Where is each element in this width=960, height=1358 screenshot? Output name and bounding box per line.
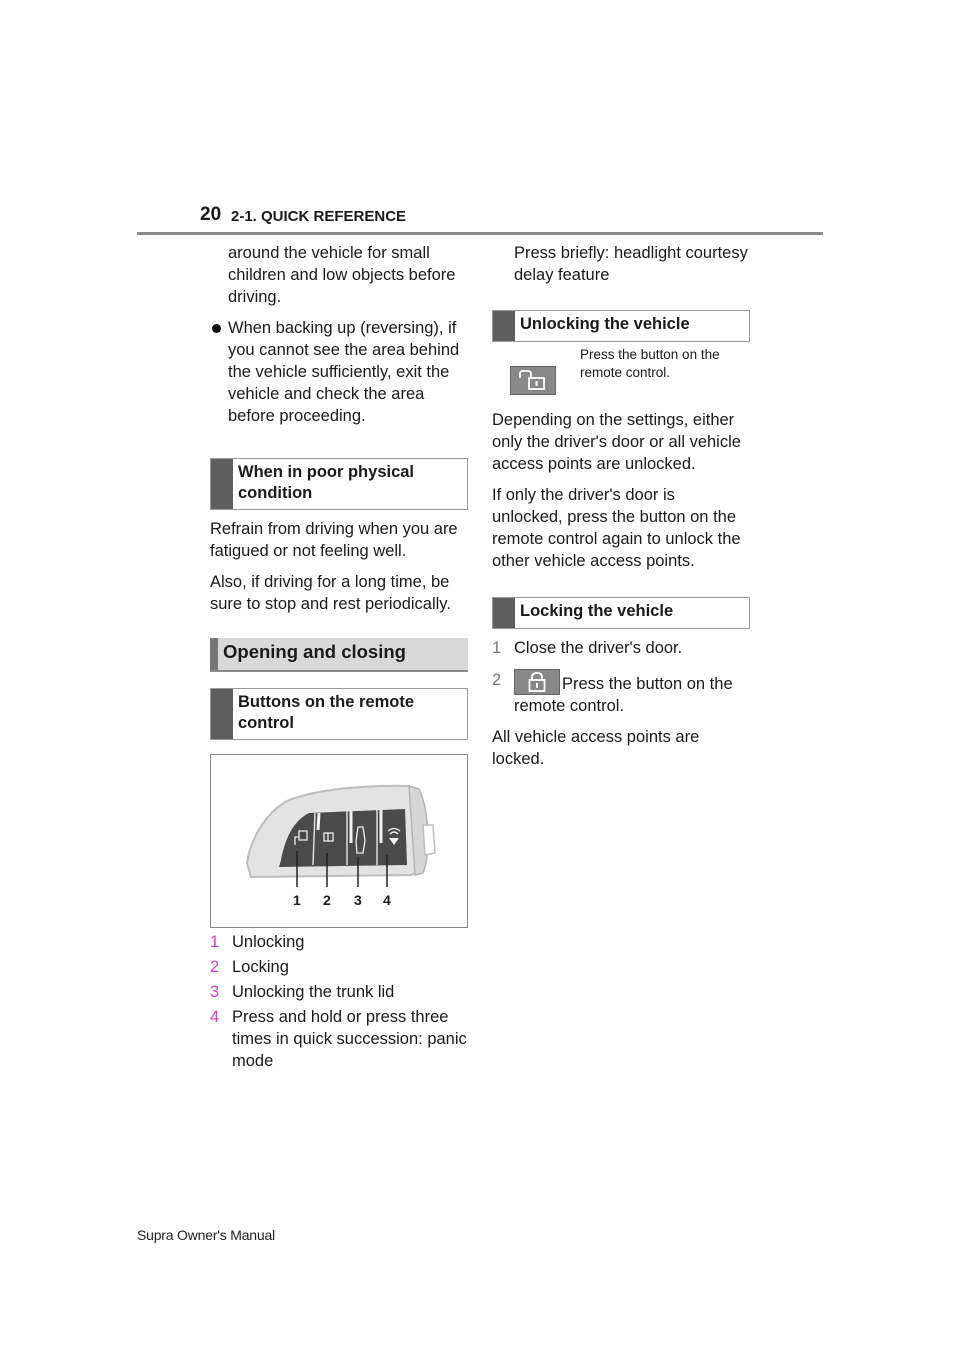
section-bar: [210, 638, 218, 670]
remote-key-fob-figure: 1 2 3 4: [210, 754, 468, 928]
footer-manual-title: Supra Owner's Manual: [137, 1227, 275, 1243]
subhead-bar: [493, 598, 515, 628]
bullet-backing-up: When backing up (reversing), if you cann…: [210, 317, 468, 427]
para-if-only: If only the driver's door is unlocked, p…: [492, 486, 741, 570]
step-item: 2 Press the button on the remote control…: [492, 669, 733, 715]
subhead-bar: [493, 311, 515, 341]
para-refrain: Refrain from driving when you are fatigu…: [210, 520, 458, 560]
subhead-buttons-remote: Buttons on the remote control: [210, 688, 468, 740]
subhead-bar: [211, 459, 233, 509]
lock-icon: [514, 669, 560, 695]
callout-1: 1: [293, 892, 301, 908]
right-column: Press briefly: headlight courtesy delay …: [492, 242, 750, 779]
callout-4: 4: [383, 892, 391, 908]
list-item: 4 Press and hold or press three times in …: [210, 1008, 467, 1070]
remote-buttons-list: 1 Unlocking 2 Locking 3 Unlocking the trunk…: [210, 931, 468, 1072]
subhead-poor-physical-condition: When in poor physical condition: [210, 458, 468, 510]
key-fob-illustration: [245, 784, 436, 887]
callout-2: 2: [323, 892, 331, 908]
step-item: 1 Close the driver's door.: [492, 639, 683, 657]
para-all-locked: All vehicle access points are locked.: [492, 728, 700, 768]
subhead-unlocking-vehicle: Unlocking the vehicle: [492, 310, 750, 342]
unlock-icon-text: Press the button on the remote control.: [580, 347, 720, 380]
unlock-icon: [510, 366, 556, 395]
subhead-bar: [211, 689, 233, 739]
section-opening-and-closing: Opening and closing: [210, 638, 468, 672]
header-divider: [137, 232, 823, 235]
locking-steps: 1 Close the driver's door. 2 Press the bu…: [492, 637, 750, 717]
page-number: 20: [200, 204, 222, 225]
press-briefly-continuation: Press briefly: headlight courtesy delay …: [514, 244, 748, 284]
list-item: 1 Unlocking: [210, 933, 305, 951]
callout-3: 3: [354, 892, 362, 908]
para-depending: Depending on the settings, either only t…: [492, 411, 741, 473]
intro-continuation: around the vehicle for small children an…: [228, 244, 456, 306]
list-item: 3 Unlocking the trunk lid: [210, 983, 395, 1001]
unlock-instruction: Press the button on the remote control.: [510, 347, 750, 395]
left-column: around the vehicle for small children an…: [210, 242, 468, 1072]
chapter-title: 2-1. QUICK REFERENCE: [231, 208, 407, 225]
para-also: Also, if driving for a long time, be sur…: [210, 573, 451, 613]
subhead-locking-vehicle: Locking the vehicle: [492, 597, 750, 629]
list-item: 2 Locking: [210, 958, 289, 976]
